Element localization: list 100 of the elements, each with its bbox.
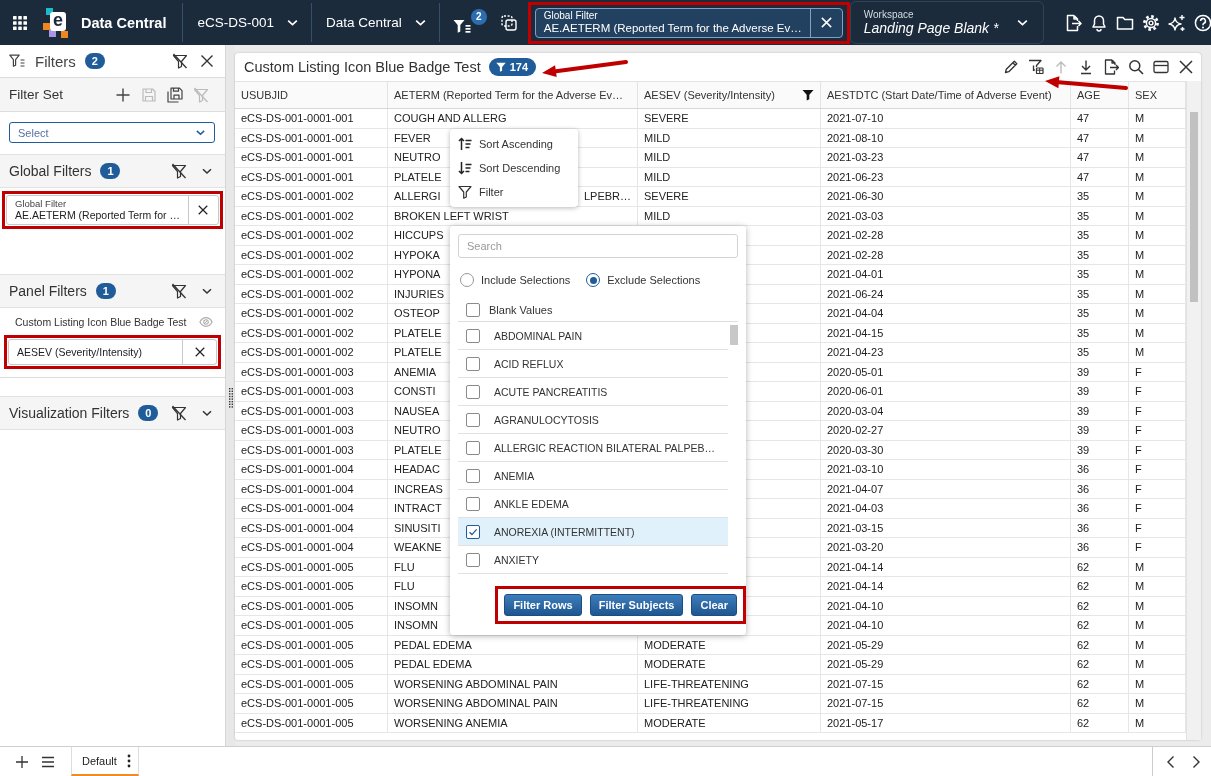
- table-cell: F: [1135, 385, 1142, 398]
- list-option[interactable]: ABDOMINAL PAIN: [458, 322, 728, 350]
- table-cell: M: [1135, 112, 1145, 125]
- table-cell: 2021-02-28: [827, 248, 884, 261]
- list-option[interactable]: ACUTE PANCREATITIS: [458, 378, 728, 406]
- table-cell: M: [1135, 599, 1145, 612]
- search-icon[interactable]: [1128, 59, 1144, 75]
- chevron-right-icon[interactable]: [1190, 754, 1202, 769]
- table-cell: eCS-DS-001-0001-001: [241, 131, 354, 144]
- list-option[interactable]: ANXIETY: [458, 546, 728, 574]
- checkbox[interactable]: [466, 328, 480, 343]
- table-cell: eCS-DS-001-0001-002: [241, 190, 354, 203]
- checkbox[interactable]: [466, 468, 480, 483]
- action-button[interactable]: Clear: [691, 594, 737, 616]
- table-cell: COUGH AND ALLERG: [394, 112, 507, 125]
- section-header[interactable]: Global Filters 1: [0, 154, 225, 188]
- save-as-icon[interactable]: [167, 86, 183, 103]
- list-option[interactable]: ANEMIA: [458, 462, 728, 490]
- checkbox[interactable]: [466, 302, 480, 317]
- table-cell: F: [1135, 443, 1142, 456]
- list-option[interactable]: ANOREXIA (INTERMITTENT): [458, 518, 728, 546]
- checkbox[interactable]: [466, 552, 480, 567]
- export-icon[interactable]: [1064, 13, 1083, 32]
- column-header[interactable]: AGE: [1071, 82, 1129, 108]
- table-cell: PEDAL EDEMA: [394, 638, 472, 651]
- table-cell: F: [1135, 463, 1142, 476]
- app-logo[interactable]: e: [43, 7, 69, 38]
- menu-item[interactable]: Sort Descending: [450, 155, 578, 180]
- help-icon[interactable]: [1194, 13, 1211, 32]
- column-header[interactable]: AETERM (Reported Term for the Adverse Ev…: [388, 82, 638, 108]
- checkbox[interactable]: [466, 496, 480, 511]
- clear-filters-icon[interactable]: [171, 163, 187, 179]
- close-icon[interactable]: [200, 54, 214, 68]
- list-option[interactable]: ALLERGIC REACTION BILATERAL PALPEB…: [458, 434, 728, 462]
- radio-option[interactable]: Exclude Selections: [586, 273, 701, 287]
- column-header[interactable]: USUBJID: [235, 82, 388, 108]
- page-tab[interactable]: Default: [71, 747, 139, 776]
- table-cell: eCS-DS-001-0001-005: [241, 560, 354, 573]
- chevron-left-icon[interactable]: [1165, 754, 1177, 769]
- plus-icon[interactable]: [115, 86, 131, 103]
- menu-item[interactable]: Filter: [450, 179, 578, 204]
- checkbox[interactable]: [466, 412, 480, 427]
- table-cell: 2021-04-03: [827, 502, 884, 515]
- grip-icon[interactable]: [228, 388, 233, 408]
- sparkle-icon[interactable]: [1168, 13, 1187, 32]
- checkbox[interactable]: [466, 356, 480, 371]
- checkbox[interactable]: [466, 524, 480, 539]
- count-badge[interactable]: 174: [488, 58, 537, 76]
- table-cell: 2021-05-29: [827, 638, 884, 651]
- action-button[interactable]: Filter Subjects: [589, 594, 684, 616]
- apps-grid-icon[interactable]: [13, 15, 27, 30]
- bell-icon[interactable]: [1090, 13, 1109, 32]
- module-dropdown[interactable]: Data Central: [311, 0, 439, 45]
- table-cell: MODERATE: [644, 658, 706, 671]
- search-field[interactable]: Search: [458, 234, 738, 258]
- export-icon[interactable]: [1103, 59, 1119, 75]
- kebab-icon[interactable]: [126, 753, 131, 768]
- clear-filters-icon[interactable]: [171, 405, 187, 421]
- table-cell: SEVERE: [644, 112, 689, 125]
- checkbox[interactable]: [466, 440, 480, 455]
- radio-icon[interactable]: [460, 273, 474, 287]
- checkbox[interactable]: [466, 384, 480, 399]
- table-filter-icon[interactable]: [1028, 59, 1044, 75]
- filter-set-select[interactable]: Select: [9, 122, 215, 143]
- panel-layout-icon[interactable]: [1153, 59, 1169, 75]
- plus-icon[interactable]: [15, 754, 29, 769]
- edit-icon[interactable]: [1003, 59, 1019, 75]
- list-option[interactable]: AGRANULOCYTOSIS: [458, 406, 728, 434]
- clear-filters-icon[interactable]: [171, 283, 187, 299]
- table-cell: eCS-DS-001-0001-005: [241, 599, 354, 612]
- checkbox-option[interactable]: Blank Values: [458, 298, 738, 322]
- table-cell: M: [1135, 638, 1145, 651]
- download-icon[interactable]: [1078, 59, 1094, 75]
- settings-icon[interactable]: [1142, 13, 1161, 32]
- menu-item[interactable]: Sort Ascending: [450, 131, 578, 156]
- table-cell: eCS-DS-001-0001-005: [241, 619, 354, 632]
- filter-list-icon[interactable]: [452, 18, 471, 34]
- table-cell: 36: [1077, 502, 1090, 515]
- scrollbar-thumb[interactable]: [1190, 112, 1198, 302]
- action-button[interactable]: Filter Rows: [504, 594, 582, 616]
- study-dropdown[interactable]: eCS-DS-001: [183, 0, 311, 45]
- table-cell: eCS-DS-001-0001-002: [241, 307, 354, 320]
- table-cell: 62: [1077, 697, 1090, 710]
- clear-filters-icon[interactable]: [172, 53, 188, 69]
- workspace-selector[interactable]: Workspace Landing Page Blank *: [849, 1, 1045, 44]
- scrollbar-thumb[interactable]: [730, 325, 738, 345]
- section-header[interactable]: Panel Filters 1: [0, 274, 225, 308]
- close-icon[interactable]: [1178, 59, 1194, 75]
- section-header[interactable]: Visualization Filters 0: [0, 396, 225, 430]
- list-option[interactable]: ACID REFLUX: [458, 350, 728, 378]
- filter-icon[interactable]: [802, 89, 814, 101]
- list-icon[interactable]: [41, 754, 55, 769]
- table-cell: LPEBR…: [583, 190, 631, 203]
- table-cell: NEUTRO: [394, 424, 441, 437]
- radio-option[interactable]: Include Selections: [460, 273, 571, 287]
- dashed-squares-icon[interactable]: [500, 14, 517, 31]
- table-cell: 62: [1077, 716, 1090, 729]
- column-header[interactable]: AESEV (Severity/Intensity): [638, 82, 821, 108]
- radio-icon[interactable]: [586, 273, 601, 287]
- table-cell: M: [1135, 229, 1145, 242]
